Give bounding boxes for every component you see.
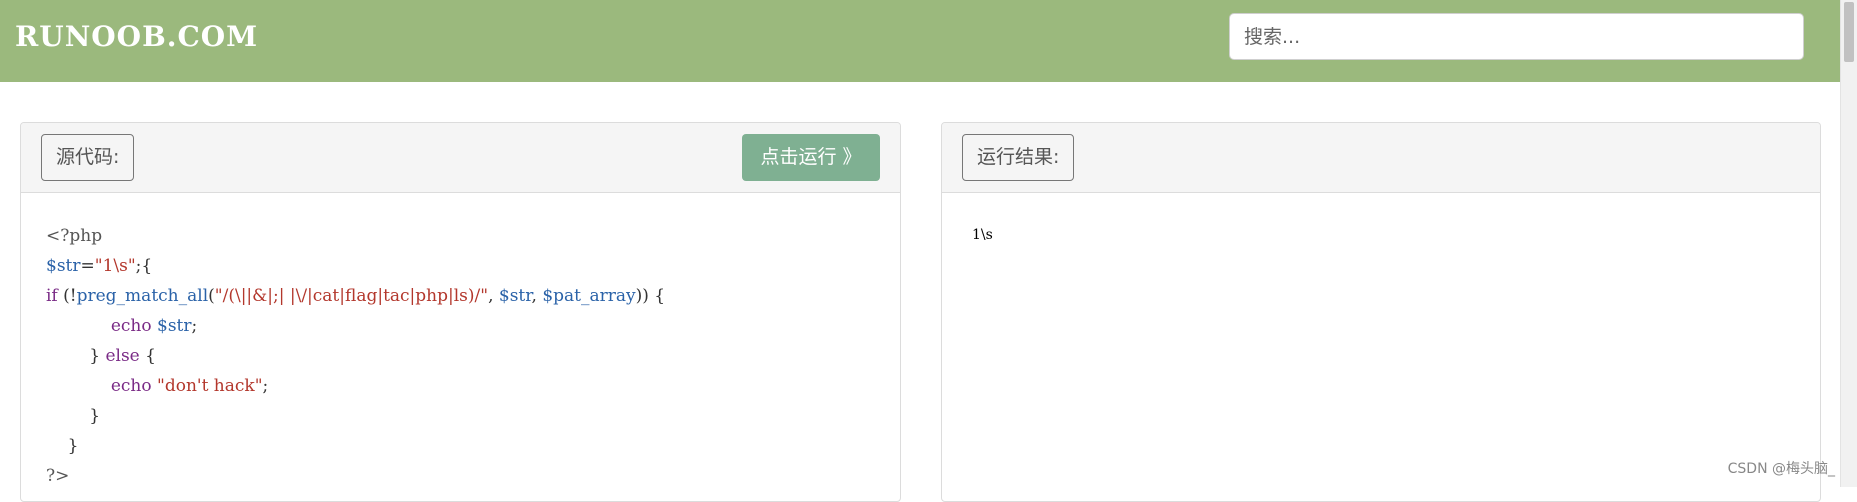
scrollbar-thumb[interactable] (1844, 2, 1854, 62)
code-line: } (46, 431, 665, 461)
code-token: $pat_array (542, 286, 636, 306)
code-line: $str="1\s";{ (46, 251, 665, 281)
source-code-label: 源代码: (41, 134, 135, 181)
source-code-panel-header: 源代码: 点击运行 》 (21, 123, 900, 193)
code-line: echo $str; (46, 311, 665, 341)
run-button[interactable]: 点击运行 》 (742, 134, 880, 181)
code-token: preg_match_all (76, 286, 209, 306)
code-line: } (46, 401, 665, 431)
code-token: ; (191, 316, 198, 336)
code-editor[interactable]: <?php $str="1\s";{if (!preg_match_all("/(… (46, 221, 665, 491)
code-token: ( (208, 286, 215, 306)
code-token: if (46, 286, 58, 306)
csdn-watermark: CSDN @梅头脑_ (1727, 461, 1835, 477)
code-token: echo (46, 316, 158, 336)
code-token: $str (498, 286, 532, 306)
code-token: $str (157, 316, 192, 336)
result-output: 1\s (972, 227, 993, 243)
code-token: { (139, 346, 156, 366)
code-token: = (80, 256, 95, 276)
code-token: } (46, 436, 79, 456)
result-label: 运行结果: (962, 134, 1075, 181)
code-token: } (46, 346, 106, 366)
vertical-scrollbar[interactable] (1840, 0, 1857, 487)
result-panel-header: 运行结果: (942, 123, 1820, 193)
code-token: } (46, 406, 101, 426)
code-token: (! (57, 286, 77, 306)
code-token: else (105, 346, 140, 366)
code-line: <?php (46, 221, 665, 251)
code-token: <?php (46, 226, 103, 246)
code-token: "1\s" (94, 256, 136, 276)
code-token: $str (46, 256, 81, 276)
code-token: , (531, 286, 543, 306)
result-panel: 运行结果: 1\s (941, 122, 1821, 502)
code-token: "/(\||&|;| |\/|cat|flag|tac|php|ls)/" (214, 286, 489, 306)
site-logo[interactable]: RUNOOB.COM (15, 20, 258, 54)
code-line: if (!preg_match_all("/(\||&|;| |\/|cat|f… (46, 281, 665, 311)
code-token: echo (46, 376, 158, 396)
code-line: echo "don't hack"; (46, 371, 665, 401)
code-token: ;{ (135, 256, 153, 276)
code-token: )) { (635, 286, 666, 306)
source-code-panel: 源代码: 点击运行 》 <?php $str="1\s";{if (!preg_m… (20, 122, 901, 502)
search-input[interactable] (1229, 13, 1804, 60)
code-token: ; (262, 376, 269, 396)
code-token: "don't hack" (157, 376, 263, 396)
code-token: ?> (46, 466, 70, 486)
code-token: , (488, 286, 499, 306)
top-bar: RUNOOB.COM (0, 0, 1840, 82)
code-line: } else { (46, 341, 665, 371)
